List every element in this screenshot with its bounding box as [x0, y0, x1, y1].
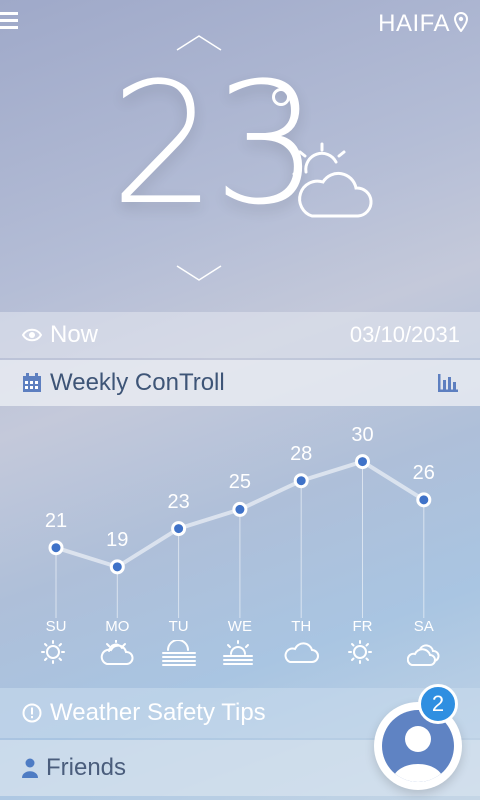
chart-value-label: 21 [44, 509, 68, 532]
chart-value-label: 28 [290, 442, 313, 465]
now-label: Now [50, 321, 99, 348]
now-bar[interactable]: Now 03/10/2031 [0, 312, 480, 358]
eye-icon [22, 328, 42, 342]
alert-circle-icon [22, 703, 42, 723]
day-label-su: SU [45, 618, 67, 635]
day-label-mo: MO [105, 618, 130, 635]
weather-safety-tips-label: Weather Safety Tips [50, 699, 266, 726]
degree-symbol [272, 88, 290, 106]
day-label-tu: TU [168, 618, 189, 635]
sunrise-icon [222, 640, 253, 665]
partly-cloudy-icon [101, 640, 134, 665]
chart-value-label: 26 [412, 461, 435, 484]
day-label-fr: FR [352, 618, 373, 635]
person-icon [22, 758, 38, 778]
partly-cloudy-icon [292, 142, 373, 218]
day-label-sa: SA [413, 618, 434, 635]
chart-value-label: 19 [106, 528, 129, 551]
bar-chart-icon[interactable] [438, 374, 458, 392]
current-temperature: 23 [110, 46, 320, 242]
friends-label: Friends [46, 754, 127, 781]
weekly-label: Weekly ConTroll [50, 369, 225, 396]
notification-badge[interactable]: 2 [418, 684, 458, 724]
chart-value-label: 25 [228, 471, 252, 494]
calendar-icon [23, 373, 41, 392]
sun-icon [41, 640, 65, 664]
map-pin-icon[interactable] [454, 12, 468, 32]
hamburger-menu-icon[interactable] [0, 12, 18, 32]
weekly-bar[interactable]: Weekly ConTroll [0, 360, 480, 406]
sun-icon [347, 640, 372, 664]
fog-icon [161, 640, 196, 666]
current-date: 03/10/2031 [349, 322, 460, 347]
chart-value-label: 30 [351, 423, 374, 446]
chart-value-label: 23 [167, 490, 190, 513]
day-label-th: TH [291, 618, 312, 635]
city-name[interactable]: HAIFA [378, 10, 450, 38]
chevron-down-icon[interactable] [176, 262, 222, 284]
clouds-icon [406, 644, 440, 666]
cloud-icon [284, 642, 320, 663]
day-label-we: WE [227, 618, 252, 635]
